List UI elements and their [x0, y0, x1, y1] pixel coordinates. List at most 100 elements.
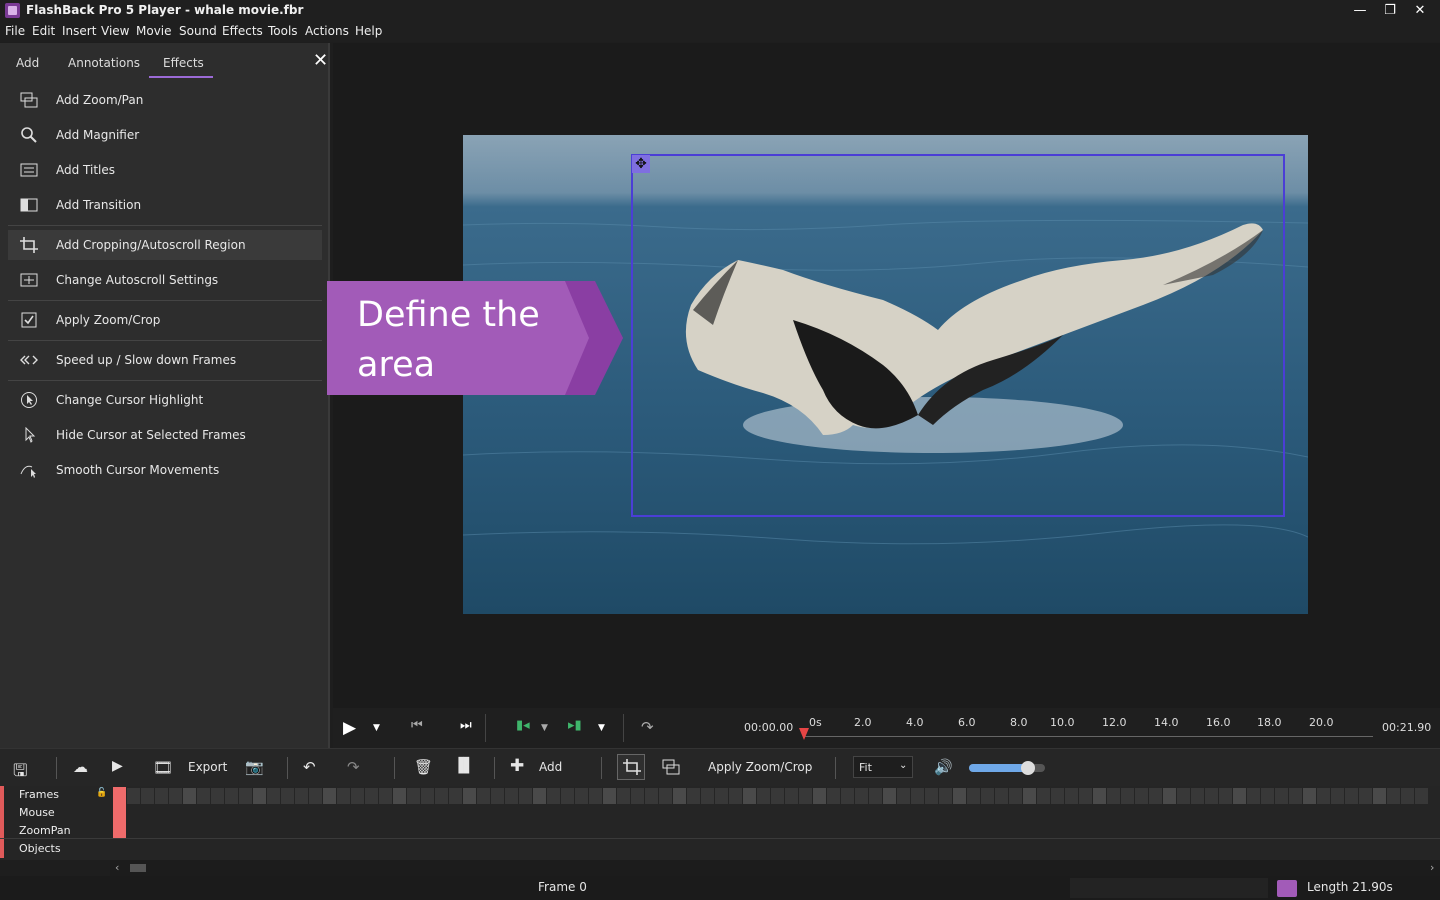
- undo-icon[interactable]: ↶: [303, 758, 316, 776]
- frame-cell[interactable]: [1037, 788, 1050, 804]
- tab-effects[interactable]: Effects: [163, 56, 204, 70]
- frame-cell[interactable]: [1163, 788, 1176, 804]
- frame-cell[interactable]: [617, 788, 630, 804]
- snapshot-icon[interactable]: 📷: [245, 758, 264, 776]
- menu-tools[interactable]: Tools: [268, 24, 298, 38]
- frame-cell[interactable]: [463, 788, 476, 804]
- frame-cell[interactable]: [631, 788, 644, 804]
- frame-cell[interactable]: [995, 788, 1008, 804]
- frame-cell[interactable]: [827, 788, 840, 804]
- menu-help[interactable]: Help: [355, 24, 382, 38]
- frame-cell[interactable]: [1023, 788, 1036, 804]
- frame-cell[interactable]: [869, 788, 882, 804]
- add-magnifier-item[interactable]: Add Magnifier: [8, 120, 322, 150]
- frame-cell[interactable]: [561, 788, 574, 804]
- mark-out-icon[interactable]: ▸▮: [568, 718, 582, 733]
- frame-cell[interactable]: [365, 788, 378, 804]
- add-titles-item[interactable]: Add Titles: [8, 155, 322, 185]
- frame-cell[interactable]: [813, 788, 826, 804]
- tab-annotations[interactable]: Annotations: [68, 56, 140, 70]
- save-icon[interactable]: 🖫: [13, 758, 27, 787]
- frame-cell[interactable]: [785, 788, 798, 804]
- frame-cell[interactable]: [981, 788, 994, 804]
- menu-effects[interactable]: Effects: [222, 24, 263, 38]
- frame-cell[interactable]: [939, 788, 952, 804]
- mark-out-dropdown-icon[interactable]: ▼: [598, 723, 605, 733]
- frame-cell[interactable]: [743, 788, 756, 804]
- frame-cell[interactable]: [1191, 788, 1204, 804]
- play-icon[interactable]: ▶: [343, 718, 356, 738]
- frame-cell[interactable]: [1387, 788, 1400, 804]
- speed-frames-item[interactable]: Speed up / Slow down Frames: [8, 345, 322, 375]
- frame-cell[interactable]: [771, 788, 784, 804]
- frame-cell[interactable]: [589, 788, 602, 804]
- mark-in-dropdown-icon[interactable]: ▼: [541, 723, 548, 733]
- playhead-icon[interactable]: [798, 727, 810, 741]
- split-icon[interactable]: ▐▌: [453, 758, 475, 774]
- apply-zoom-crop-item[interactable]: Apply Zoom/Crop: [8, 305, 322, 335]
- frame-cell[interactable]: [519, 788, 532, 804]
- frame-cell[interactable]: [1135, 788, 1148, 804]
- youtube-icon[interactable]: ▶: [112, 758, 123, 774]
- crop-region[interactable]: [631, 154, 1285, 517]
- frame-cell[interactable]: [953, 788, 966, 804]
- frame-cell[interactable]: [183, 788, 196, 804]
- frame-cell[interactable]: [757, 788, 770, 804]
- scroll-left-icon[interactable]: ‹: [115, 861, 119, 874]
- frame-cell[interactable]: [1065, 788, 1078, 804]
- frame-cell[interactable]: [1401, 788, 1414, 804]
- frame-cell[interactable]: [547, 788, 560, 804]
- frame-cell[interactable]: [1415, 788, 1428, 804]
- frame-cell[interactable]: [701, 788, 714, 804]
- zoom-pan-icon[interactable]: [662, 759, 680, 775]
- frame-cell[interactable]: [211, 788, 224, 804]
- frame-cell[interactable]: [253, 788, 266, 804]
- frame-cell[interactable]: [799, 788, 812, 804]
- delete-icon[interactable]: 🗑: [414, 758, 433, 776]
- frame-selection-marker[interactable]: [113, 787, 126, 838]
- export-button[interactable]: Export: [188, 760, 227, 774]
- frame-cell[interactable]: [603, 788, 616, 804]
- add-transition-item[interactable]: Add Transition: [8, 190, 322, 220]
- frame-cell[interactable]: [855, 788, 868, 804]
- skip-start-icon[interactable]: ⏮: [411, 718, 423, 733]
- frame-cell[interactable]: [407, 788, 420, 804]
- minimize-button[interactable]: —: [1345, 0, 1375, 22]
- frame-cell[interactable]: [1247, 788, 1260, 804]
- menu-view[interactable]: View: [101, 24, 129, 38]
- hide-cursor-item[interactable]: Hide Cursor at Selected Frames: [8, 420, 322, 450]
- move-handle-icon[interactable]: ✥: [632, 155, 650, 173]
- tab-add[interactable]: Add: [16, 56, 39, 70]
- lock-icon[interactable]: 🔓: [96, 788, 107, 798]
- menu-insert[interactable]: Insert: [62, 24, 96, 38]
- menu-actions[interactable]: Actions: [305, 24, 349, 38]
- frame-cell[interactable]: [1079, 788, 1092, 804]
- frame-cell[interactable]: [1009, 788, 1022, 804]
- add-button[interactable]: Add: [539, 760, 562, 774]
- frame-cell[interactable]: [449, 788, 462, 804]
- smooth-cursor-item[interactable]: Smooth Cursor Movements: [8, 455, 322, 485]
- frame-cell[interactable]: [435, 788, 448, 804]
- frame-cell[interactable]: [1121, 788, 1134, 804]
- frame-cell[interactable]: [883, 788, 896, 804]
- add-zoom-pan-item[interactable]: Add Zoom/Pan: [8, 85, 322, 115]
- frame-cell[interactable]: [127, 788, 140, 804]
- frame-cell[interactable]: [295, 788, 308, 804]
- frame-cell[interactable]: [841, 788, 854, 804]
- frame-cell[interactable]: [309, 788, 322, 804]
- frame-cell[interactable]: [1331, 788, 1344, 804]
- frame-cell[interactable]: [925, 788, 938, 804]
- restore-button[interactable]: ❐: [1375, 0, 1405, 22]
- frame-cell[interactable]: [491, 788, 504, 804]
- scroll-right-icon[interactable]: ›: [1430, 861, 1434, 874]
- frame-cell[interactable]: [1373, 788, 1386, 804]
- frame-cell[interactable]: [351, 788, 364, 804]
- frame-cell[interactable]: [169, 788, 182, 804]
- frame-cell[interactable]: [225, 788, 238, 804]
- cursor-highlight-item[interactable]: Change Cursor Highlight: [8, 385, 322, 415]
- redo-icon[interactable]: ↷: [347, 758, 360, 776]
- frame-cell[interactable]: [267, 788, 280, 804]
- frame-cell[interactable]: [967, 788, 980, 804]
- frame-cell[interactable]: [1205, 788, 1218, 804]
- menu-file[interactable]: File: [5, 24, 25, 38]
